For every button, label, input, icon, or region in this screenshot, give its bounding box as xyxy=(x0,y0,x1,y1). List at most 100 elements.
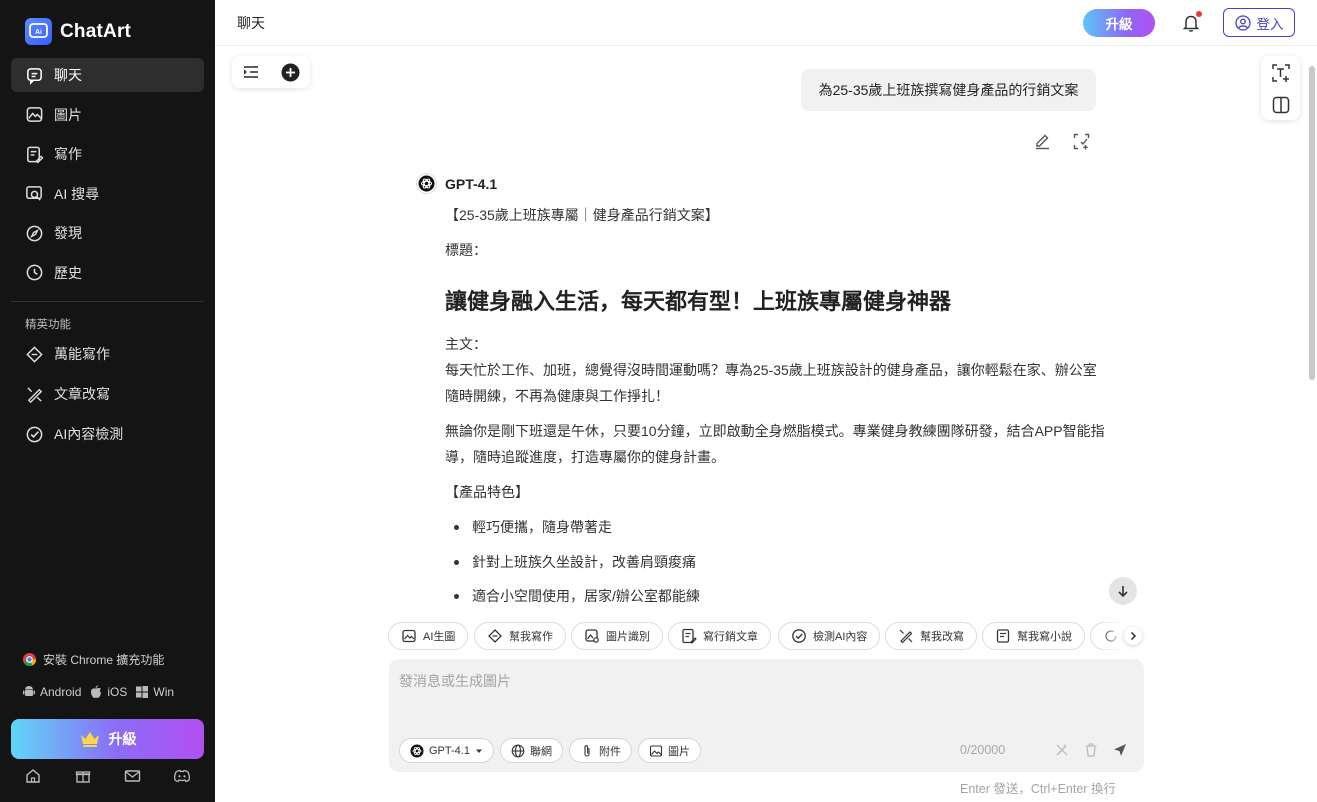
nav-label: AI內容檢測 xyxy=(54,426,124,442)
nav-item-universal-writing[interactable]: 萬能寫作 xyxy=(11,337,204,371)
check-circle-icon xyxy=(792,629,806,643)
image-icon xyxy=(649,744,663,757)
model-selector[interactable]: GPT-4.1 xyxy=(399,738,494,763)
nav-label: 文章改寫 xyxy=(54,386,110,402)
nav-item-image[interactable]: 圖片 xyxy=(11,98,204,132)
split-view-icon[interactable] xyxy=(1272,96,1290,114)
message-actions xyxy=(1034,133,1090,150)
book-icon xyxy=(996,629,1010,643)
magic-wand-icon[interactable] xyxy=(1054,742,1070,758)
openai-icon xyxy=(410,744,424,757)
keyboard-hint: Enter 發送，Ctrl+Enter 換行 xyxy=(960,782,1116,796)
image-upload-button[interactable]: 圖片 xyxy=(637,738,701,763)
chip-image-recognition[interactable]: 圖片識別 xyxy=(571,622,663,650)
chip-help-write[interactable]: 幫我寫作 xyxy=(474,622,566,650)
new-chat-icon[interactable] xyxy=(281,63,300,82)
chip-ai-image[interactable]: AI生圖 xyxy=(388,622,469,650)
composer-actions xyxy=(1054,742,1128,758)
send-icon[interactable] xyxy=(1112,742,1128,758)
logo[interactable]: Ai ChatArt xyxy=(25,18,131,45)
chevron-right-icon xyxy=(1130,631,1137,641)
nav-item-ai-detection[interactable]: AI內容檢測 xyxy=(11,417,204,451)
chip-write-novel[interactable]: 幫我寫小說 xyxy=(982,622,1085,650)
openai-icon xyxy=(416,173,437,194)
nav-item-discover[interactable]: 發現 xyxy=(11,216,204,250)
app-name: ChatArt xyxy=(60,20,132,42)
trash-icon[interactable] xyxy=(1083,742,1099,758)
write-icon xyxy=(27,146,44,164)
model-selector-label: GPT-4.1 xyxy=(429,744,470,757)
chips-next-button[interactable] xyxy=(1124,627,1142,645)
attach-button[interactable]: 附件 xyxy=(568,738,632,763)
platform-links: Android iOS Win xyxy=(22,685,177,699)
list-item: 適合小空間使用，居家/辦公室都能練 xyxy=(445,583,1110,609)
chip-marketing-article[interactable]: 寫行銷文章 xyxy=(668,622,771,650)
text-capture-icon[interactable] xyxy=(1271,63,1291,83)
copy-capture-icon[interactable] xyxy=(1073,133,1090,150)
nav-label: 歷史 xyxy=(54,264,82,281)
character-count: 0/20000 xyxy=(960,743,1006,757)
scroll-down-button[interactable] xyxy=(1109,577,1137,605)
nav-label: 聊天 xyxy=(54,67,82,83)
chip-label: 寫行銷文章 xyxy=(703,631,758,643)
nav-item-history[interactable]: 歷史 xyxy=(11,256,204,290)
paperclip-icon xyxy=(584,744,590,757)
nav-item-chat[interactable]: 聊天 xyxy=(11,58,204,92)
sidebar-footer xyxy=(0,766,215,786)
platform-ios[interactable]: iOS xyxy=(89,685,127,699)
pen-diamond-icon xyxy=(488,629,502,643)
platform-label: Android xyxy=(40,685,82,699)
chip-label: 幫我寫作 xyxy=(509,631,553,643)
mail-icon[interactable] xyxy=(122,766,142,786)
bot-header: GPT-4.1 xyxy=(416,173,497,194)
answer-title-label: 標題： xyxy=(445,242,487,258)
page-title: 聊天 xyxy=(237,15,265,31)
image-label: 圖片 xyxy=(667,745,690,758)
answer-intro: 【25-35歲上班族專屬｜健身產品行銷文案】 xyxy=(445,207,719,223)
login-label: 登入 xyxy=(1256,16,1284,32)
chip-help-rewrite[interactable]: 幫我改寫 xyxy=(885,622,977,650)
home-icon[interactable] xyxy=(23,766,43,786)
rewrite-icon xyxy=(27,386,43,403)
nav-label: 圖片 xyxy=(54,106,82,123)
sidebar: Ai ChatArt 聊天 圖片 寫作 AI 搜尋 發現 歷史 精英功能 萬能寫… xyxy=(0,0,215,802)
web-search-toggle[interactable]: 聯網 xyxy=(499,738,563,763)
answer-paragraph: 每天忙於工作、加班，總覺得沒時間運動嗎？專為25-35歲上班族設計的健身產品，讓… xyxy=(445,362,1097,404)
header-upgrade-button[interactable]: 升級 xyxy=(1083,9,1155,37)
rewrite-icon xyxy=(899,629,913,644)
nav-label: 寫作 xyxy=(54,146,82,163)
image-scan-icon xyxy=(585,629,599,643)
sidebar-toggle-icon[interactable] xyxy=(242,64,260,80)
scrollbar[interactable] xyxy=(1309,66,1315,380)
feature-list: 輕巧便攜，隨身帶著走 針對上班族久坐設計，改善肩頸痠痛 適合小空間使用，居家/辦… xyxy=(445,514,1110,609)
platform-label: iOS xyxy=(107,685,128,699)
answer-features-label: 【產品特色】 xyxy=(445,484,529,500)
login-button[interactable]: 登入 xyxy=(1223,8,1295,37)
chip-label: 圖片識別 xyxy=(606,631,650,643)
chrome-icon xyxy=(22,652,37,667)
platform-android[interactable]: Android xyxy=(22,685,81,699)
platform-windows[interactable]: Win xyxy=(135,685,174,699)
answer-paragraph: 無論你是剛下班還是午休，只要10分鐘，立即啟動全身燃脂模式。專業健身教練團隊研發… xyxy=(445,423,1105,465)
chrome-extension-link[interactable]: 安裝 Chrome 擴充功能 xyxy=(22,651,164,668)
sidebar-upgrade-button[interactable]: 升級 xyxy=(11,719,204,759)
android-icon xyxy=(23,686,35,696)
chat-icon xyxy=(27,67,42,85)
user-message: 為25-35歲上班族撰寫健身產品的行銷文案 xyxy=(801,69,1096,111)
web-label: 聯網 xyxy=(529,745,552,758)
edit-icon[interactable] xyxy=(1034,133,1051,150)
message-input[interactable] xyxy=(399,671,1129,723)
ai-search-icon xyxy=(26,186,42,201)
logo-icon: Ai xyxy=(25,18,52,45)
model-name: GPT-4.1 xyxy=(445,175,498,192)
quick-actions: AI生圖 幫我寫作 圖片識別 寫行銷文章 檢測AI內容 幫我改寫 幫我寫小說 xyxy=(388,622,1144,650)
gift-icon[interactable] xyxy=(73,766,93,786)
chip-detect-ai[interactable]: 檢測AI內容 xyxy=(778,622,881,650)
nav-item-write[interactable]: 寫作 xyxy=(11,137,204,171)
nav-item-ai-search[interactable]: AI 搜尋 xyxy=(11,177,204,211)
answer-headline: 讓健身融入生活，每天都有型！上班族專屬健身神器 xyxy=(445,289,952,314)
nav-item-rewrite[interactable]: 文章改寫 xyxy=(11,377,204,411)
svg-text:Ai: Ai xyxy=(35,29,42,36)
discord-icon[interactable] xyxy=(172,766,192,786)
attach-label: 附件 xyxy=(598,745,621,758)
